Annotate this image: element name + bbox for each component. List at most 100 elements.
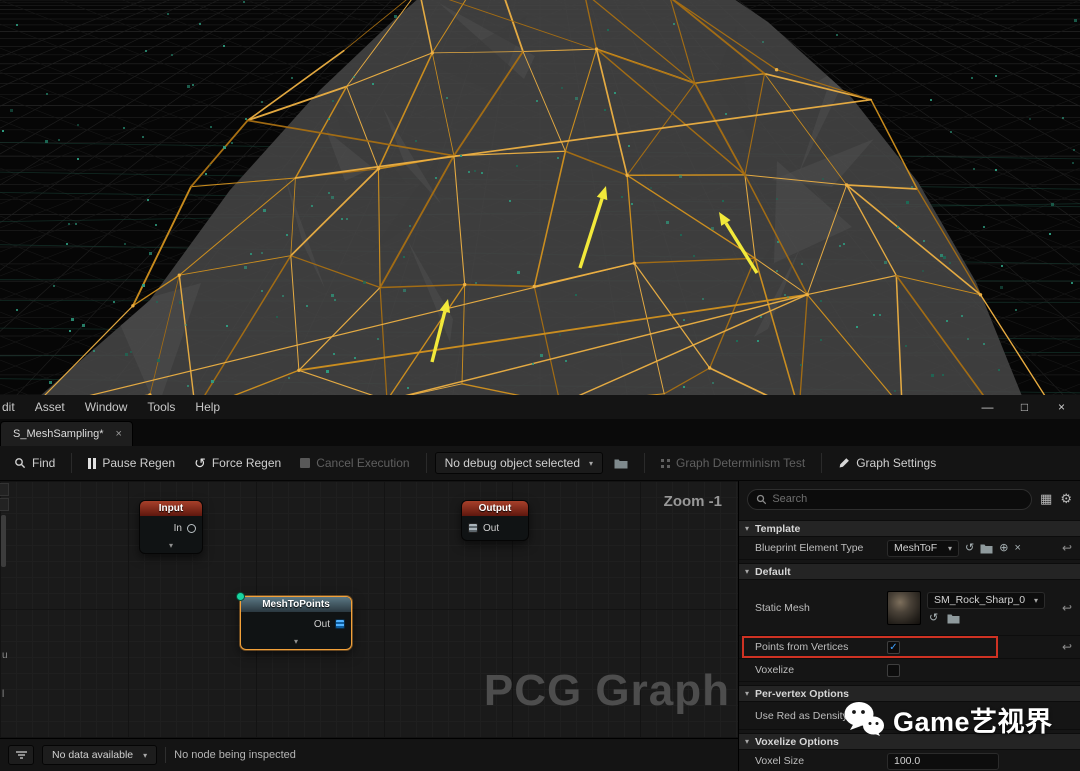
close-button[interactable]: × [1043,400,1080,414]
chevron-down-icon: ▾ [1033,595,1038,605]
stop-icon [300,458,311,468]
tab-label: S_MeshSampling* [13,428,104,440]
menu-bar: dit Asset Window Tools Help — □ × [0,395,1080,419]
graph-canvas[interactable]: Zoom -1 PCG Graph u l Input In ▾ Output … [0,481,738,738]
pause-icon [88,457,97,469]
search-box[interactable] [747,488,1033,510]
prop-label: Voxel Size [755,755,805,767]
node-output[interactable]: Output Out [461,500,529,541]
debug-object-label: No debug object selected [444,456,581,470]
reset-to-default-icon[interactable]: ↩ [1054,640,1080,654]
prop-static-mesh: Static Mesh SM_Rock_Sharp_0 ▾ ↺ ↩ [739,580,1080,636]
node-collapse-chevron-icon[interactable]: ▾ [140,540,202,553]
wechat-icon [844,702,884,736]
pencil-icon [839,458,850,468]
section-default[interactable]: ▾ Default [739,563,1080,580]
collapsed-panel-tab[interactable] [0,498,9,511]
node-input[interactable]: Input In ▾ [139,500,203,554]
maximize-button[interactable]: □ [1006,400,1043,414]
grid-view-icon[interactable]: ▦ [1040,491,1052,507]
reset-to-default-icon[interactable]: ↩ [1054,601,1080,615]
toolbar-separator [71,453,73,473]
debug-object-dropdown[interactable]: No debug object selected ▾ [434,452,604,474]
section-voxelize-options-label: Voxelize Options [755,735,839,748]
browse-debug-object-button[interactable] [606,454,636,473]
filter-icon [15,751,27,759]
viewport-3d[interactable] [0,0,1080,395]
gear-icon[interactable]: ⚙ [1060,491,1072,507]
data-dropdown-label: No data available [52,749,134,761]
clear-icon[interactable]: × [1014,542,1020,554]
reset-to-default-icon[interactable]: ↩ [1054,541,1080,555]
folder-search-icon [614,459,628,468]
graph-settings-button[interactable]: Graph Settings [830,452,944,474]
clipped-panel-text: u [2,650,8,661]
cancel-execution-button[interactable]: Cancel Execution [292,452,417,474]
clipped-panel-text: l [2,689,5,700]
toolbar-separator [644,453,646,473]
pause-regen-button[interactable]: Pause Regen [80,452,183,474]
voxel-size-value: 100.0 [894,755,921,767]
filter-button[interactable] [8,745,34,765]
menu-item-window[interactable]: Window [75,400,138,414]
pcg-graph-watermark: PCG Graph [483,666,730,715]
section-arrow-icon: ▾ [745,689,750,698]
collapsed-panel-tab[interactable] [0,483,9,496]
use-selected-icon[interactable]: ↺ [965,542,974,554]
browse-icon[interactable] [947,613,960,624]
prop-label: Blueprint Element Type [755,542,864,554]
menu-item-help[interactable]: Help [185,400,230,414]
chevron-down-icon: ▾ [589,458,594,468]
window-controls: — □ × [969,400,1080,414]
section-default-label: Default [755,565,791,578]
menu-items: dit Asset Window Tools Help [0,400,230,414]
toolbar-separator [821,453,823,473]
voxel-size-input[interactable]: 100.0 [887,752,999,770]
output-pin-icon[interactable] [335,619,345,629]
add-icon[interactable]: ⊕ [999,542,1008,554]
input-pin-icon[interactable] [468,523,478,533]
separator [165,747,167,763]
section-template[interactable]: ▾ Template [739,520,1080,537]
section-arrow-icon: ▾ [745,567,750,576]
static-mesh-dropdown[interactable]: SM_Rock_Sharp_0 ▾ [927,591,1045,609]
graph-determinism-test-button[interactable]: Graph Determinism Test [653,452,813,474]
brand-text: Game艺视界 [893,707,1053,737]
node-mesh-to-points-title: MeshToPoints [241,597,351,612]
node-output-pin-label: Out [483,522,500,534]
menu-item-tools[interactable]: Tools [137,400,185,414]
node-mesh-to-points[interactable]: MeshToPoints Out ▾ [236,592,352,650]
points-from-vertices-checkbox[interactable]: ✓ [887,640,900,654]
minimize-button[interactable]: — [969,400,1006,414]
data-dropdown[interactable]: No data available ▾ [42,745,158,765]
graph-determinism-label: Graph Determinism Test [676,456,806,470]
force-regen-button[interactable]: ↺ Force Regen [186,452,289,474]
refresh-icon: ↺ [194,455,206,471]
tab-bar: S_MeshSampling* × [0,419,1080,446]
use-selected-icon[interactable]: ↺ [929,612,938,624]
search-input[interactable] [772,493,1024,505]
search-icon [756,494,767,504]
tab-pcg-meshsampling[interactable]: S_MeshSampling* × [0,421,133,446]
toolbar-separator [425,453,427,473]
tab-close-icon[interactable]: × [116,428,122,440]
brand-watermark: Game艺视界 [843,700,1053,739]
find-button[interactable]: Find [6,452,63,474]
attributes-bar: No data available ▾ No node being inspec… [0,738,738,771]
node-collapse-chevron-icon[interactable]: ▾ [241,636,351,649]
inspect-dot-icon[interactable] [236,592,245,601]
menu-item-edit[interactable]: dit [0,400,25,414]
blueprint-element-type-dropdown[interactable]: MeshToF ▾ [887,539,959,557]
graph-toolbar: Find Pause Regen ↺ Force Regen Cancel Ex… [0,446,1080,481]
static-mesh-thumbnail[interactable] [887,590,921,625]
graph-settings-label: Graph Settings [856,456,937,470]
voxelize-checkbox[interactable] [887,663,900,677]
menu-item-asset[interactable]: Asset [25,400,75,414]
browse-icon[interactable] [980,543,993,554]
section-template-label: Template [755,522,801,535]
pause-regen-label: Pause Regen [102,456,176,470]
force-regen-label: Force Regen [211,456,282,470]
dots-icon [661,458,670,468]
graph-scrollbar[interactable] [1,515,6,567]
output-pin-icon[interactable] [187,523,196,533]
